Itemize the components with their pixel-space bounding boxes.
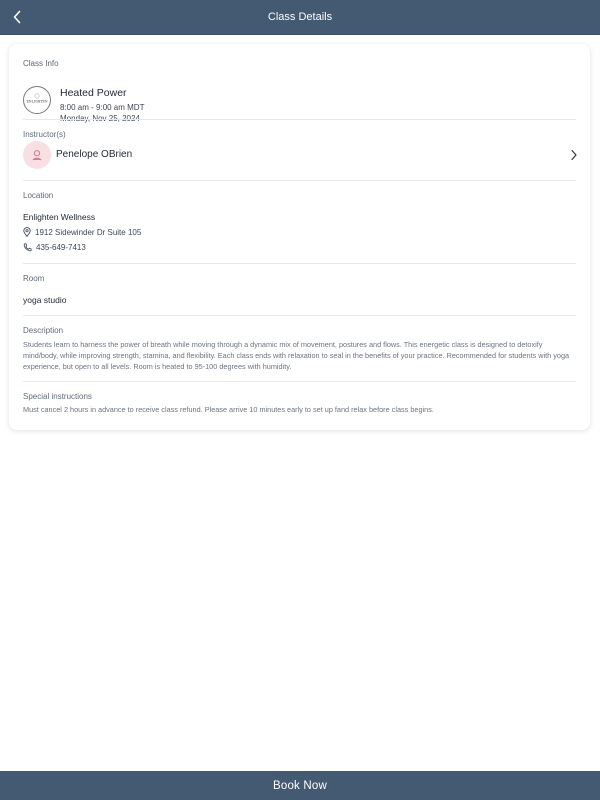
special-instructions-section: Special instructions Must cancel 2 hours…: [23, 44, 576, 414]
back-button[interactable]: [6, 6, 28, 28]
special-instructions-text: Must cancel 2 hours in advance to receiv…: [23, 405, 434, 414]
location-name: Enlighten Wellness: [23, 212, 96, 222]
instructor-name: Penelope OBrien: [56, 149, 133, 160]
chevron-left-icon: [13, 10, 21, 24]
description-text: Students learn to harness the power of b…: [23, 340, 570, 372]
instructors-label: Instructor(s): [23, 130, 66, 139]
divider: [23, 263, 576, 264]
person-outline-icon: [32, 150, 42, 161]
divider: [23, 119, 576, 120]
description-label: Description: [23, 326, 64, 335]
location-phone-row[interactable]: 435-649-7413: [23, 243, 86, 252]
top-navigation-bar: Class Details: [0, 0, 600, 35]
class-time: 8:00 am - 9:00 am MDT: [60, 103, 145, 112]
instructor-avatar: [23, 141, 51, 169]
room-value: yoga studio: [23, 295, 67, 305]
location-address-row[interactable]: 1912 Sidewinder Dr Suite 105: [23, 227, 141, 237]
room-label: Room: [23, 274, 45, 283]
page-title: Class Details: [267, 11, 333, 23]
location-label: Location: [23, 191, 54, 200]
class-details-card: Class Info ENLIGHTEN Heated Power 8:00 a…: [9, 44, 590, 430]
book-now-button[interactable]: Book Now: [0, 771, 600, 800]
divider: [23, 315, 576, 316]
special-instructions-label: Special instructions: [23, 392, 92, 401]
book-now-label: Book Now: [272, 779, 327, 792]
chevron-right-icon: [571, 149, 577, 161]
studio-logo: ENLIGHTEN: [23, 86, 51, 114]
class-info-label: Class Info: [23, 59, 59, 68]
location-address: 1912 Sidewinder Dr Suite 105: [35, 227, 142, 237]
map-pin-icon: [23, 227, 31, 237]
divider: [23, 381, 576, 382]
instructor-row[interactable]: Penelope OBrien: [23, 141, 577, 171]
logo-text: ENLIGHTEN: [26, 100, 47, 104]
location-phone: 435-649-7413: [36, 243, 86, 252]
divider: [23, 180, 576, 181]
phone-icon: [23, 243, 32, 252]
class-name: Heated Power: [60, 87, 127, 99]
